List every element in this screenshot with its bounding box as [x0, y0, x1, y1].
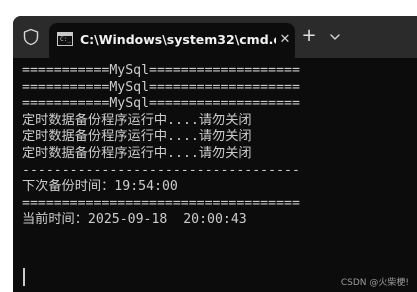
- console-line: 定时数据备份程序运行中....请勿关闭: [22, 145, 252, 161]
- console-line: ===========MySql===================: [22, 79, 300, 95]
- console-line: 下次备份时间：19:54:00: [22, 179, 178, 195]
- console-line: ===========MySql===================: [22, 63, 300, 78]
- console-line: -----------------------------------: [22, 162, 300, 178]
- console-line: 当前时间：2025-09-18 20:00:43: [22, 212, 247, 228]
- console-line: ===================================: [22, 195, 300, 211]
- shield-icon[interactable]: [22, 28, 40, 46]
- close-icon[interactable]: ✕: [277, 32, 293, 48]
- tab-title: C:\Windows\system32\cmd.e:: [80, 32, 276, 47]
- title-bar: C:_ C:\Windows\system32\cmd.e: ✕ +: [13, 16, 417, 58]
- console-line: 定时数据备份程序运行中....请勿关闭: [22, 129, 252, 145]
- chevron-down-icon[interactable]: [326, 28, 344, 46]
- terminal-window: C:_ C:\Windows\system32\cmd.e: ✕ + =====…: [13, 16, 417, 292]
- text-cursor: [23, 268, 25, 286]
- console-line: 定时数据备份程序运行中....请勿关闭: [22, 112, 252, 128]
- watermark: CSDN @火柴梗!: [340, 278, 409, 288]
- console-line: ===========MySql===================: [22, 96, 300, 112]
- tab-cmd[interactable]: C:_ C:\Windows\system32\cmd.e: ✕: [49, 23, 295, 58]
- cmd-icon: C:_: [57, 32, 73, 46]
- new-tab-button[interactable]: +: [299, 26, 319, 46]
- console-output[interactable]: ===========MySql=================== ====…: [22, 63, 414, 292]
